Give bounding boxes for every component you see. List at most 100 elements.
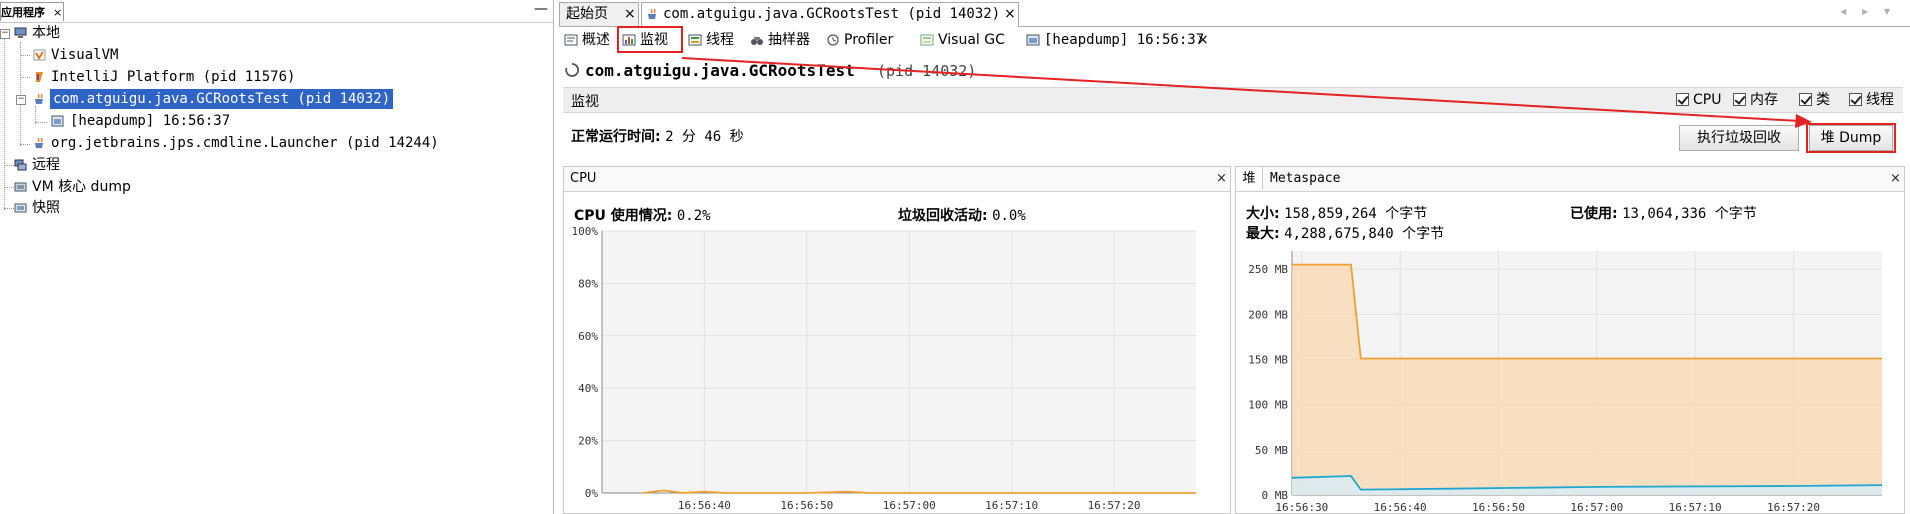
cpu-usage-label: CPU 使用情况: (574, 208, 673, 224)
collapse-icon[interactable]: − (16, 95, 26, 105)
tab-heapdump[interactable]: [heapdump] 16:56:37 × (1023, 28, 1213, 52)
tree-label: 快照 (32, 200, 60, 216)
monitor-label: 监视 (571, 94, 599, 110)
tree-label: VisualVM (51, 47, 119, 63)
intellij-icon (36, 72, 43, 82)
tree-node-local[interactable]: − 本地 (0, 23, 200, 43)
gc-activity: 垃圾回收活动: 0.0% (898, 205, 1026, 225)
heap-used-label: 已使用: (1570, 206, 1618, 222)
cpu-panel-title: CPU (570, 171, 597, 186)
tab-visual-gc[interactable]: Visual GC (917, 28, 1021, 52)
clock-icon (827, 34, 839, 46)
tab-close-icon[interactable]: × (1197, 28, 1209, 52)
tree-node-intellij[interactable]: IntelliJ Platform (pid 11576) (0, 67, 300, 87)
tab-label: 概述 (582, 32, 610, 48)
heapdump-icon (1026, 34, 1040, 46)
app-pid: (pid 14032) (877, 62, 977, 80)
tab-label: com.atguigu.java.GCRootsTest (pid 14032) (663, 6, 1001, 22)
tree-label: org.jetbrains.jps.cmdline.Launcher (pid … (51, 135, 439, 151)
java-app-icon (33, 49, 46, 61)
y-tick-label: 100% (572, 225, 599, 238)
x-tick-label: 16:56:50 (1472, 501, 1525, 513)
tab-navigation-icon[interactable]: ◂ ▸ ▾ (1840, 4, 1896, 18)
x-tick-label: 16:56:40 (678, 499, 731, 512)
cpu-chart: 0% 20% 40% 60% 80% 100% 16:56:40 16:56:50 16:57:… (572, 225, 1196, 512)
tree-node-core-dump[interactable]: VM 核心 dump (0, 177, 200, 197)
cpu-usage: CPU 使用情况: 0.2% (574, 205, 711, 225)
applications-tab-close-icon[interactable]: × (53, 3, 62, 22)
cpu-checkbox[interactable]: CPU (1676, 92, 1721, 108)
tab-profiler[interactable]: Profiler (823, 28, 915, 52)
tab-close-icon[interactable]: × (1004, 3, 1016, 25)
y-tick-label: 20% (578, 435, 598, 448)
tab-close-icon[interactable]: × (624, 3, 636, 25)
applications-panel: 应用程序 × — − 本地 VisualVM IntelliJ Platform… (0, 0, 554, 514)
checkbox-checked-icon (1849, 93, 1862, 106)
cpu-panel: CPU × CPU 使用情况: 0.2% 垃圾回收活动: 0.0% 0% 20% 4… (563, 166, 1231, 514)
minimize-icon[interactable]: — (534, 2, 548, 16)
y-tick-label: 150 MB (1248, 353, 1288, 366)
plot-area (602, 231, 1196, 493)
perform-gc-button[interactable]: 执行垃圾回收 (1679, 125, 1799, 151)
tab-label: 起始页 (566, 6, 608, 22)
tab-label: [heapdump] 16:56:37 (1044, 32, 1205, 48)
checkbox-checked-icon (1799, 93, 1812, 106)
heap-panel-close-icon[interactable]: × (1890, 167, 1901, 191)
cpu-usage-value: 0.2% (676, 208, 711, 224)
monitor-header: 监视 CPU 内存 类 线程 (563, 87, 1903, 113)
uptime-value: 2 分 46 秒 (665, 129, 744, 145)
overview-icon (564, 34, 578, 46)
checkbox-checked-icon (1733, 93, 1746, 106)
tab-threads[interactable]: 线程 (685, 28, 745, 52)
memory-checkbox[interactable]: 内存 (1733, 92, 1785, 108)
threads-checkbox[interactable]: 线程 (1849, 92, 1899, 108)
tab-heap[interactable]: 堆 (1236, 167, 1263, 190)
x-tick-label: 16:57:10 (1669, 501, 1722, 513)
app-name: com.atguigu.java.GCRootsTest (585, 61, 855, 80)
heap-dump-highlight (1806, 123, 1896, 153)
applications-tab-label: 应用程序 (1, 6, 45, 19)
collapse-icon[interactable]: − (0, 29, 10, 39)
x-tick-label: 16:57:20 (1767, 501, 1820, 513)
gc-activity-label: 垃圾回收活动: (898, 208, 988, 224)
cpu-panel-header: CPU × (564, 167, 1230, 192)
heap-max: 最大: 4,288,675,840 个字节 (1246, 223, 1444, 243)
binoculars-icon (751, 37, 763, 45)
main-panel: 起始页 × com.atguigu.java.GCRootsTest (pid … (559, 0, 1910, 514)
classes-checkbox[interactable]: 类 (1799, 92, 1835, 108)
tree-label: VM 核心 dump (32, 179, 131, 195)
x-tick-label: 16:57:00 (883, 499, 936, 512)
tree-node-snapshot[interactable]: 快照 (0, 198, 200, 218)
x-tick-label: 16:56:40 (1374, 501, 1427, 513)
gc-activity-value: 0.0% (992, 208, 1026, 224)
applications-tab[interactable]: 应用程序 × (0, 2, 64, 21)
tree-node-visualvm[interactable]: VisualVM (0, 45, 200, 65)
heap-size-label: 大小: (1246, 206, 1280, 222)
tab-sampler[interactable]: 抽样器 (747, 28, 823, 52)
tree-node-launcher[interactable]: org.jetbrains.jps.cmdline.Launcher (pid … (0, 133, 450, 153)
java-cup-icon (35, 137, 43, 148)
cpu-panel-close-icon[interactable]: × (1216, 167, 1227, 191)
tab-overview[interactable]: 概述 (561, 28, 619, 52)
heap-chart: 0 MB50 MB100 MB150 MB200 MB250 MB16:56:3… (1248, 251, 1883, 513)
y-tick-label: 80% (578, 277, 598, 290)
tab-gcrootstest[interactable]: com.atguigu.java.GCRootsTest (pid 14032)… (641, 2, 1019, 27)
heap-max-value: 4,288,675,840 个字节 (1284, 226, 1445, 242)
tab-metaspace[interactable]: Metaspace (1270, 167, 1340, 191)
view-tabbar: 概述 监视 线程 抽样器 Profiler Visual GC [heapdum… (559, 26, 1910, 53)
tab-start-page[interactable]: 起始页 × (559, 2, 639, 26)
threads-icon (688, 34, 702, 46)
y-tick-label: 100 MB (1248, 399, 1288, 412)
tree-node-heapdump[interactable]: [heapdump] 16:56:37 (0, 111, 300, 131)
tab-label: Profiler (844, 32, 894, 48)
computer-icon (14, 27, 27, 38)
tree-node-remote[interactable]: 远程 (0, 155, 200, 175)
tab-label: 抽样器 (768, 32, 810, 48)
heap-size-value: 158,859,264 个字节 (1284, 206, 1428, 222)
x-tick-label: 16:56:50 (780, 499, 833, 512)
visualvm-window: 应用程序 × — − 本地 VisualVM IntelliJ Platform… (0, 0, 1910, 514)
tree-label: 远程 (32, 157, 60, 173)
tree-label: [heapdump] 16:56:37 (70, 113, 231, 129)
x-tick-label: 16:57:00 (1570, 501, 1623, 513)
tree-node-gcrootstest[interactable]: − com.atguigu.java.GCRootsTest (pid 1403… (0, 89, 400, 109)
